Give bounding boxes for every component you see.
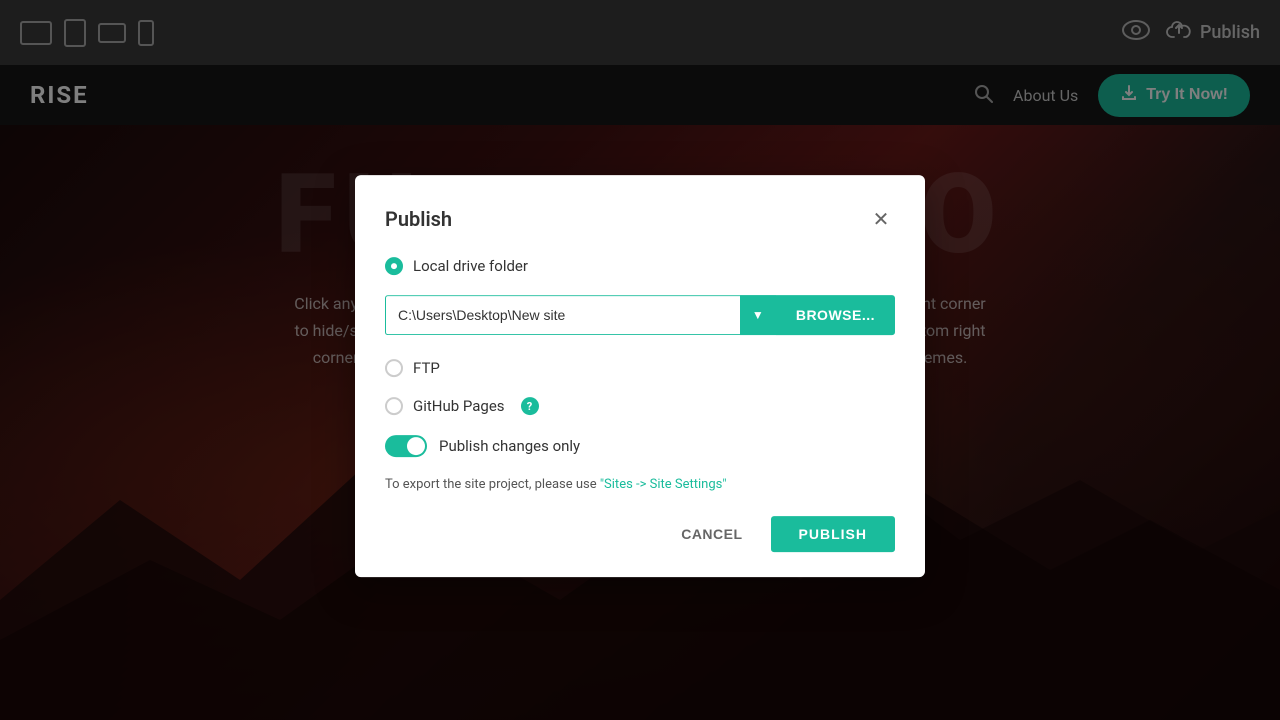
site-settings-link[interactable]: "Sites -> Site Settings": [600, 477, 727, 492]
browse-button[interactable]: BROWSE...: [776, 295, 895, 335]
publish-action-button[interactable]: PUBLISH: [771, 516, 895, 552]
github-option[interactable]: GitHub Pages ?: [385, 397, 895, 415]
publish-changes-toggle-row: Publish changes only: [385, 435, 895, 457]
path-input[interactable]: [385, 295, 740, 335]
ftp-radio[interactable]: [385, 359, 403, 377]
path-dropdown-button[interactable]: ▼: [740, 295, 776, 335]
github-radio[interactable]: [385, 397, 403, 415]
publish-changes-toggle[interactable]: [385, 435, 427, 457]
cancel-button[interactable]: CANCEL: [665, 518, 758, 550]
export-note-text: To export the site project, please use: [385, 477, 600, 492]
close-icon: ✕: [873, 207, 890, 231]
local-drive-radio[interactable]: [385, 257, 403, 275]
modal-title: Publish: [385, 207, 452, 231]
github-help-badge[interactable]: ?: [521, 397, 539, 415]
ftp-option[interactable]: FTP: [385, 359, 895, 377]
chevron-down-icon: ▼: [752, 308, 764, 322]
publish-changes-label: Publish changes only: [439, 437, 580, 455]
local-drive-option[interactable]: Local drive folder: [385, 257, 895, 275]
local-drive-label: Local drive folder: [413, 257, 528, 275]
export-note: To export the site project, please use "…: [385, 477, 895, 492]
path-row: ▼ BROWSE...: [385, 295, 895, 335]
github-label: GitHub Pages: [413, 397, 505, 415]
modal-header: Publish ✕: [385, 205, 895, 233]
ftp-label: FTP: [413, 359, 440, 377]
publish-modal: Publish ✕ Local drive folder ▼ BROWSE...…: [355, 175, 925, 577]
modal-footer: CANCEL PUBLISH: [385, 516, 895, 552]
modal-close-button[interactable]: ✕: [867, 205, 895, 233]
